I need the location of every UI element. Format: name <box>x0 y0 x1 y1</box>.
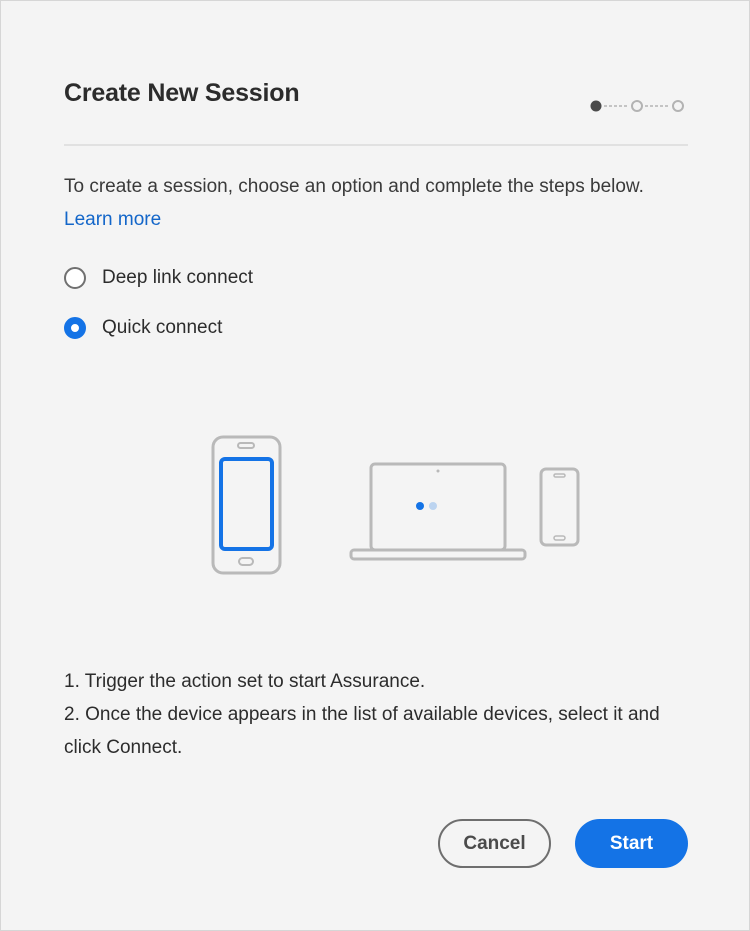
dialog-title: Create New Session <box>64 79 300 107</box>
learn-more-link[interactable]: Learn more <box>64 209 161 231</box>
option-deep-link-connect[interactable]: Deep link connect <box>64 267 253 289</box>
radio-checked-icon[interactable] <box>64 317 86 339</box>
instructions: 1. Trigger the action set to start Assur… <box>64 665 694 764</box>
option-quick-connect[interactable]: Quick connect <box>64 317 222 339</box>
instruction-step-1: 1. Trigger the action set to start Assur… <box>64 671 426 692</box>
step-3-dot-icon <box>672 100 684 112</box>
cancel-button[interactable]: Cancel <box>438 819 551 868</box>
step-1-dot-icon <box>590 100 602 112</box>
small-phone-icon <box>539 467 580 547</box>
radio-unchecked-icon[interactable] <box>64 267 86 289</box>
header-divider <box>64 144 688 146</box>
phone-icon <box>211 435 282 575</box>
option-label: Quick connect <box>102 317 223 338</box>
start-button[interactable]: Start <box>575 819 688 868</box>
intro-text: To create a session, choose an option an… <box>64 176 644 197</box>
instruction-step-2: 2. Once the device appears in the list o… <box>64 704 660 758</box>
step-2-dot-icon <box>631 100 643 112</box>
option-label: Deep link connect <box>102 267 254 288</box>
create-session-dialog: Create New Session To create a session, … <box>0 0 750 931</box>
laptop-icon <box>349 462 527 561</box>
device-illustration <box>211 435 580 575</box>
loading-dots-icon <box>416 502 437 510</box>
step-indicator <box>590 100 684 112</box>
